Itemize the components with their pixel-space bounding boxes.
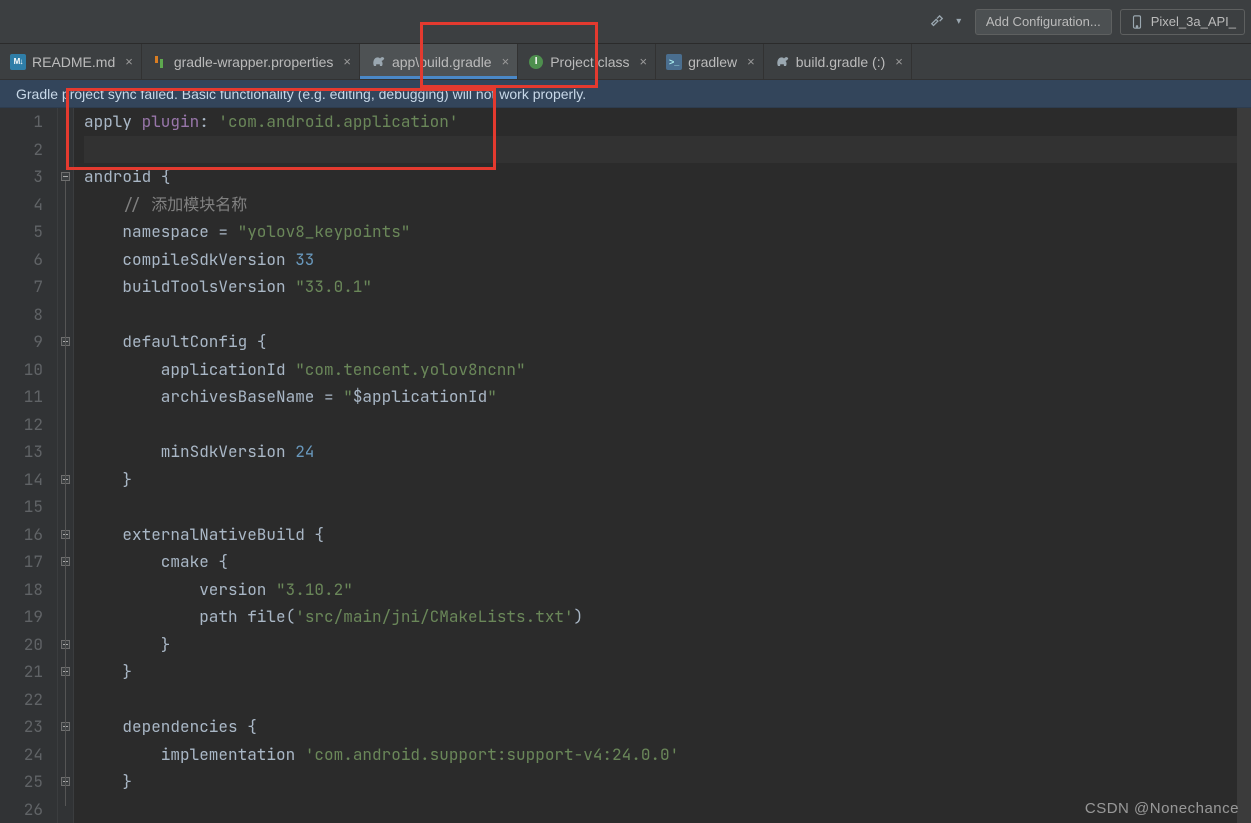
line-number: 7 bbox=[0, 273, 43, 301]
code-line[interactable]: version "3.10.2" bbox=[84, 576, 1237, 604]
markdown-icon: M↓ bbox=[10, 54, 26, 70]
gradle-icon bbox=[370, 54, 386, 70]
code-line[interactable]: } bbox=[84, 768, 1237, 796]
line-number: 1 bbox=[0, 108, 43, 136]
line-number: 9 bbox=[0, 328, 43, 356]
line-number: 26 bbox=[0, 796, 43, 823]
tab-label: Project.class bbox=[550, 54, 629, 70]
code-line[interactable] bbox=[84, 493, 1237, 521]
banner-text: Gradle project sync failed. Basic functi… bbox=[16, 86, 586, 102]
line-number: 16 bbox=[0, 521, 43, 549]
tab-project-class[interactable]: I Project.class × bbox=[518, 44, 656, 79]
code-line[interactable]: // 添加模块名称 bbox=[84, 191, 1237, 219]
code-line[interactable]: cmake { bbox=[84, 548, 1237, 576]
line-number: 4 bbox=[0, 191, 43, 219]
code-line[interactable]: namespace = "yolov8_keypoints" bbox=[84, 218, 1237, 246]
device-label: Pixel_3a_API_ bbox=[1151, 14, 1236, 29]
line-number: 10 bbox=[0, 356, 43, 384]
shell-icon: >_ bbox=[666, 54, 682, 70]
code-line[interactable]: apply plugin: 'com.android.application' bbox=[84, 108, 1237, 136]
code-area[interactable]: apply plugin: 'com.android.application' a… bbox=[74, 108, 1237, 823]
hammer-icon[interactable] bbox=[929, 14, 945, 30]
close-icon[interactable]: × bbox=[121, 54, 133, 69]
close-icon[interactable]: × bbox=[636, 54, 648, 69]
code-line[interactable] bbox=[84, 686, 1237, 714]
line-number: 25 bbox=[0, 768, 43, 796]
code-line[interactable]: implementation 'com.android.support:supp… bbox=[84, 741, 1237, 769]
close-icon[interactable]: × bbox=[743, 54, 755, 69]
line-number: 22 bbox=[0, 686, 43, 714]
line-number: 23 bbox=[0, 713, 43, 741]
close-icon[interactable]: × bbox=[891, 54, 903, 69]
tab-build-gradle-[interactable]: build.gradle (:) × bbox=[764, 44, 912, 79]
code-line[interactable]: } bbox=[84, 631, 1237, 659]
code-line[interactable] bbox=[84, 796, 1237, 823]
device-selector[interactable]: Pixel_3a_API_ bbox=[1120, 9, 1245, 35]
line-number: 13 bbox=[0, 438, 43, 466]
close-icon[interactable]: × bbox=[498, 54, 510, 69]
line-number: 20 bbox=[0, 631, 43, 659]
code-line[interactable]: path file('src/main/jni/CMakeLists.txt') bbox=[84, 603, 1237, 631]
code-line[interactable]: applicationId "com.tencent.yolov8ncnn" bbox=[84, 356, 1237, 384]
code-editor[interactable]: 1234567891011121314151617181920212223242… bbox=[0, 108, 1251, 823]
add-configuration-button[interactable]: Add Configuration... bbox=[975, 9, 1112, 35]
line-number: 6 bbox=[0, 246, 43, 274]
line-number: 5 bbox=[0, 218, 43, 246]
line-number-gutter: 1234567891011121314151617181920212223242… bbox=[0, 108, 58, 823]
config-label: Add Configuration... bbox=[986, 14, 1101, 29]
code-line[interactable] bbox=[84, 301, 1237, 329]
gradle-icon bbox=[774, 54, 790, 70]
code-line[interactable]: minSdkVersion 24 bbox=[84, 438, 1237, 466]
gradle-properties-icon bbox=[152, 54, 168, 70]
sync-failed-banner: Gradle project sync failed. Basic functi… bbox=[0, 80, 1251, 108]
code-line[interactable]: defaultConfig { bbox=[84, 328, 1237, 356]
code-line[interactable]: archivesBaseName = "$applicationId" bbox=[84, 383, 1237, 411]
line-number: 21 bbox=[0, 658, 43, 686]
line-number: 11 bbox=[0, 383, 43, 411]
line-number: 17 bbox=[0, 548, 43, 576]
tab-label: gradlew bbox=[688, 54, 737, 70]
tab-app-build-gradle[interactable]: app\build.gradle × bbox=[360, 44, 518, 79]
line-number: 15 bbox=[0, 493, 43, 521]
code-line[interactable] bbox=[84, 136, 1237, 164]
phone-icon bbox=[1129, 14, 1145, 30]
code-line[interactable]: } bbox=[84, 466, 1237, 494]
toolbar: ▾ Add Configuration... Pixel_3a_API_ bbox=[0, 0, 1251, 44]
tab-gradlew[interactable]: >_ gradlew × bbox=[656, 44, 764, 79]
code-line[interactable]: externalNativeBuild { bbox=[84, 521, 1237, 549]
tab-label: build.gradle (:) bbox=[796, 54, 886, 70]
code-line[interactable]: compileSdkVersion 33 bbox=[84, 246, 1237, 274]
build-icons: ▾ bbox=[929, 14, 967, 30]
line-number: 19 bbox=[0, 603, 43, 631]
tab-readme-md[interactable]: M↓ README.md × bbox=[0, 44, 142, 79]
line-number: 14 bbox=[0, 466, 43, 494]
line-number: 3 bbox=[0, 163, 43, 191]
marker-strip[interactable] bbox=[1237, 108, 1251, 823]
line-number: 12 bbox=[0, 411, 43, 439]
class-icon: I bbox=[528, 54, 544, 70]
tab-label: gradle-wrapper.properties bbox=[174, 54, 334, 70]
code-line[interactable]: } bbox=[84, 658, 1237, 686]
tab-label: app\build.gradle bbox=[392, 54, 492, 70]
tab-gradle-wrapper-properties[interactable]: gradle-wrapper.properties × bbox=[142, 44, 360, 79]
line-number: 18 bbox=[0, 576, 43, 604]
fold-toggle-icon[interactable] bbox=[61, 172, 70, 181]
code-line[interactable]: android { bbox=[84, 163, 1237, 191]
fold-column[interactable] bbox=[58, 108, 74, 823]
chevron-down-icon[interactable]: ▾ bbox=[951, 14, 967, 30]
code-line[interactable] bbox=[84, 411, 1237, 439]
editor-tabs: M↓README.md×gradle-wrapper.properties×ap… bbox=[0, 44, 1251, 80]
code-line[interactable]: buildToolsVersion "33.0.1" bbox=[84, 273, 1237, 301]
line-number: 2 bbox=[0, 136, 43, 164]
code-line[interactable]: dependencies { bbox=[84, 713, 1237, 741]
close-icon[interactable]: × bbox=[339, 54, 351, 69]
tab-label: README.md bbox=[32, 54, 115, 70]
line-number: 8 bbox=[0, 301, 43, 329]
line-number: 24 bbox=[0, 741, 43, 769]
